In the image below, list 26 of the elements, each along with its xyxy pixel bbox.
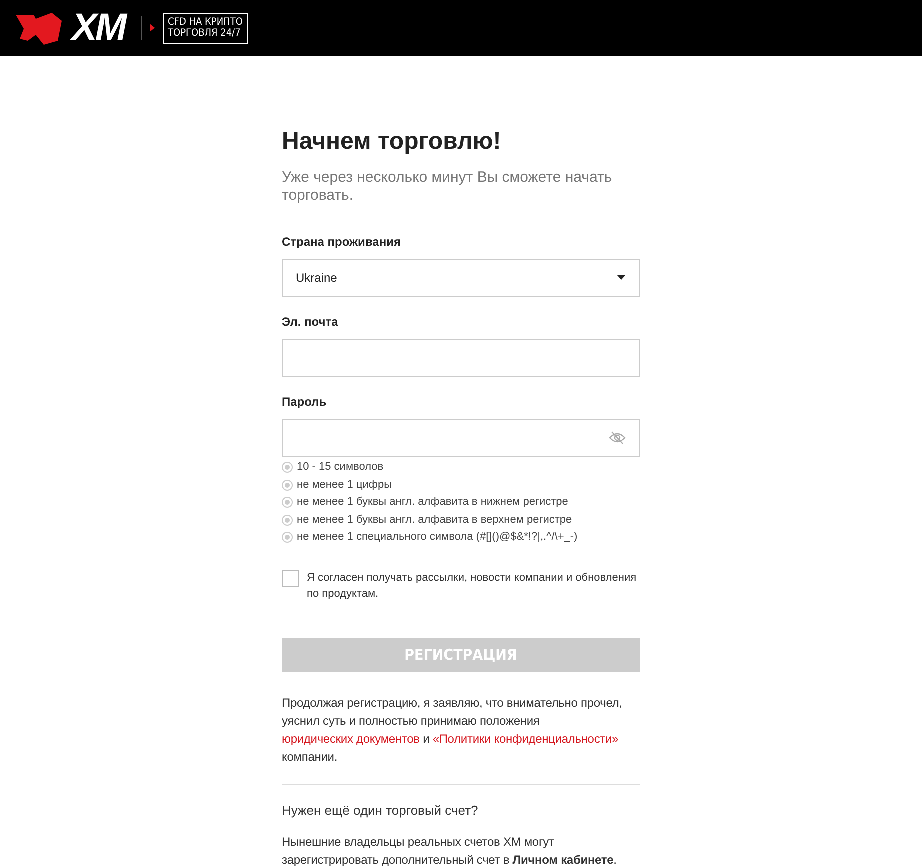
field-label: Эл. почта <box>282 314 340 331</box>
requirement-text: не менее 1 буквы англ. алфавита в верхнем регистре <box>297 512 572 528</box>
requirement-text: не менее 1 специального символа (#[]()@$&*!?|,.^/\+_-) <box>297 530 578 546</box>
email-field[interactable] <box>282 338 640 377</box>
section-heading: Нужен ещё один торговый счет? <box>282 802 480 820</box>
page-title: Начнем торговлю! <box>282 128 502 157</box>
password-field[interactable] <box>282 418 640 457</box>
field-label: Пароль <box>282 394 328 411</box>
eye-off-icon[interactable] <box>609 430 626 445</box>
requirement-text: 10 - 15 символов <box>297 460 384 476</box>
legal-link[interactable]: юридических документов <box>282 732 420 746</box>
requirement-text: не менее 1 буквы англ. алфавита в нижнем регистре <box>297 495 568 510</box>
bull-logo-icon <box>14 11 64 45</box>
legal-link[interactable]: «Политики конфиденциальности» <box>432 732 619 746</box>
field-label: Страна проживания <box>282 234 402 251</box>
triangle-icon <box>150 24 155 32</box>
consent-text: Я согласен получать рассылки, новости компании и обновления по продуктам. <box>307 571 638 602</box>
promo-badge: CFD НА КРИПТО ТОРГОВЛЯ 24/7 <box>163 12 248 44</box>
caret-icon <box>617 275 626 280</box>
requirement-text: не менее 1 цифры <box>297 478 392 493</box>
country-select[interactable]: Ukraine <box>282 258 640 297</box>
info-text: Нынешние владельцы реальных счетов XM могут зарегистрировать дополнительный счет в Личном кабинете. <box>282 834 618 868</box>
logo-text: XM <box>72 9 125 47</box>
legal-text: Продолжая регистрацию, я заявляю, что внимательно прочел, уяснил суть и полностью принимаю положения юридических документов и «Политики конфиденциальности» компании. <box>282 695 624 766</box>
checkbox[interactable] <box>282 570 299 588</box>
subtitle: Уже через несколько минут Вы сможете начать торговать. <box>282 168 614 205</box>
